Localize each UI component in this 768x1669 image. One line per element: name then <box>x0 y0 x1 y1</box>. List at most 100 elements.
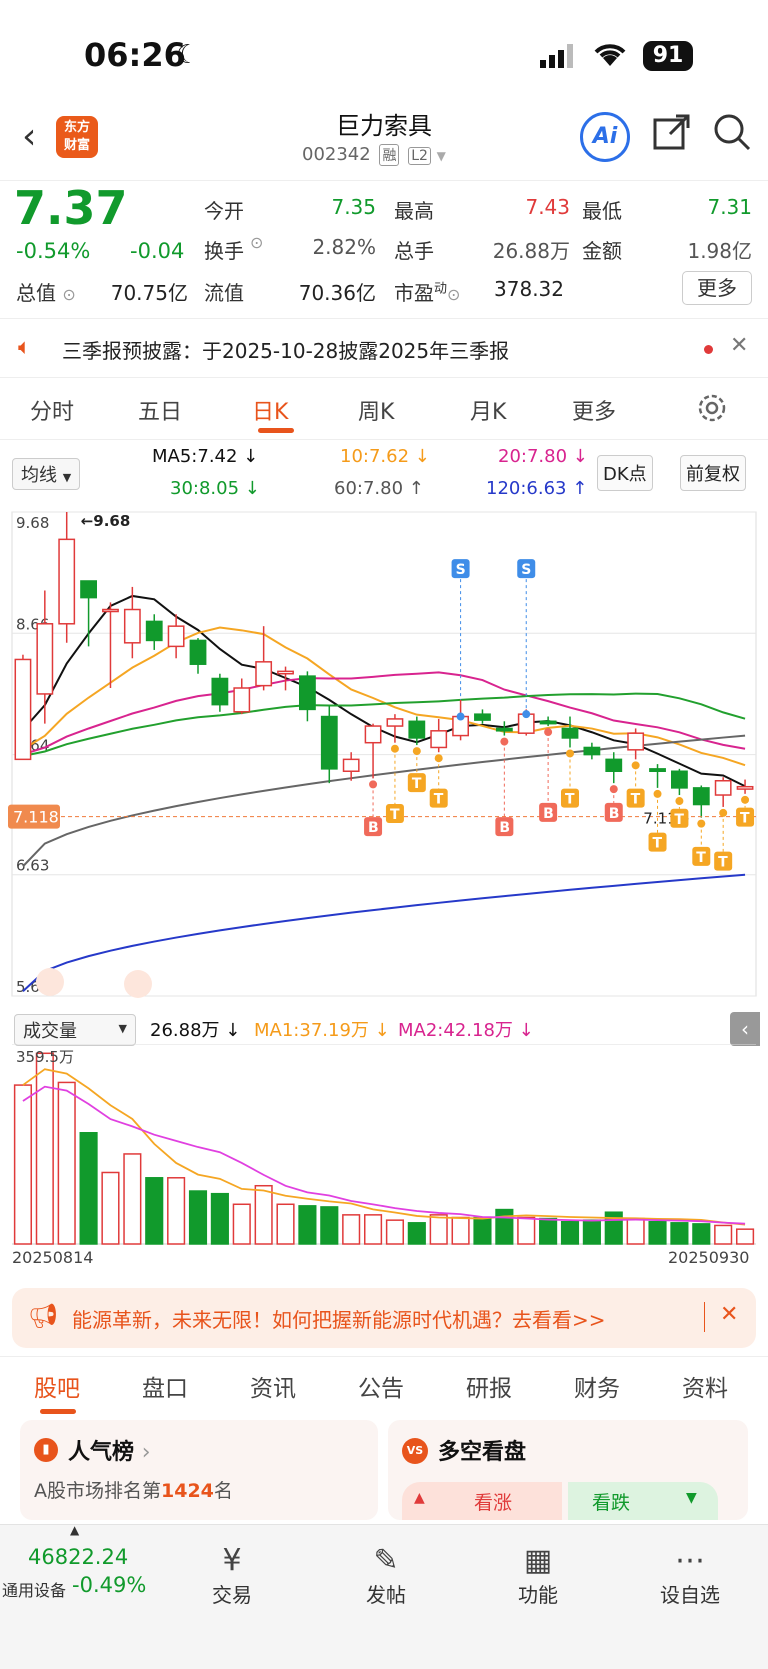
promo-text: 能源革新，未来无限！如何把握新能源时代机遇？去看看>> <box>72 1308 606 1332</box>
adjust-button[interactable]: 前复权 <box>680 455 746 491</box>
last-price: 7.37 <box>14 181 128 235</box>
ai-button[interactable]: Ai <box>580 112 630 162</box>
quote-label: 最高 <box>394 199 434 223</box>
notice-bar[interactable]: 🔈︎ 三季报预披露：于2025-10-28披露2025年三季报 ✕ <box>0 318 768 378</box>
volume-bar <box>145 1177 164 1245</box>
stock-code-row[interactable]: 002342 融 L2 ▼ <box>302 144 446 166</box>
bear-button[interactable]: 看跌 ▼ <box>568 1482 718 1520</box>
collapse-panel-icon[interactable]: ‹ <box>730 1012 760 1046</box>
signal-letter: B <box>609 806 620 822</box>
tab-period[interactable]: 月K <box>470 394 506 426</box>
candle-body <box>583 746 601 756</box>
close-banner-icon[interactable]: ✕ <box>720 1302 738 1327</box>
signal-letter: T <box>674 812 684 828</box>
info-icon[interactable]: ⊙ <box>250 233 263 252</box>
candle-body <box>561 727 579 739</box>
signal-dot <box>653 789 662 798</box>
active-tab-indicator <box>40 1409 76 1414</box>
signal-letter: B <box>368 820 379 836</box>
signal-dot <box>631 761 640 770</box>
kline-chart[interactable]: 9.688.667.646.635.617.118←9.687.11→BTTTS… <box>0 500 768 1010</box>
signal-letter: T <box>718 855 728 871</box>
candle-body <box>671 770 688 789</box>
ma10-value: 10:7.62 ↓ <box>340 446 430 467</box>
nav-label: 发帖 <box>366 1583 406 1607</box>
quote-value: 7.31 <box>707 195 752 219</box>
indicator-select[interactable]: 均线 ▼ <box>12 458 81 490</box>
y-tick-label: 9.68 <box>16 514 49 532</box>
settings-gear-icon[interactable] <box>696 392 728 428</box>
tab-period[interactable]: 日K <box>252 394 288 426</box>
popularity-title: 人气榜 › <box>68 1440 151 1465</box>
volume-bar <box>560 1221 580 1245</box>
signal-dot <box>434 754 443 763</box>
candle-body <box>342 758 360 772</box>
nav-item[interactable]: ⋯ 设自选 <box>640 1543 740 1608</box>
wifi-icon <box>592 40 628 72</box>
signal-icon <box>540 44 576 72</box>
promo-banner[interactable]: 📢︎ 能源革新，未来无限！如何把握新能源时代机遇？去看看>> ✕ <box>12 1288 756 1348</box>
ma-indicator-row: 均线 ▼ MA5:7.42 ↓ 10:7.62 ↓ 20:7.80 ↓ 30:8… <box>0 440 768 506</box>
level2-tag: L2 <box>408 147 431 165</box>
status-time: 06:26 <box>84 36 186 74</box>
nav-item[interactable]: ¥ 交易 <box>182 1543 282 1608</box>
signal-dot <box>369 780 378 789</box>
nav-item[interactable]: ▦ 功能 <box>488 1543 588 1608</box>
bull-bear-card[interactable]: VS 多空看盘 ▲ 看涨 看跌 ▼ <box>388 1420 748 1520</box>
tab-period[interactable]: 五日 <box>138 394 182 426</box>
versus-icon: VS <box>402 1438 428 1464</box>
active-tab-indicator <box>258 428 294 433</box>
candle-body <box>145 620 163 642</box>
signal-letter: B <box>499 820 510 836</box>
float-value: 70.36亿 <box>298 281 376 305</box>
content-tab[interactable]: 盘口 <box>142 1369 188 1403</box>
battery-indicator: 91 <box>643 41 693 71</box>
index-value[interactable]: 46822.24 <box>28 1545 128 1569</box>
signal-dot <box>522 710 531 719</box>
content-tab[interactable]: 公告 <box>358 1369 404 1403</box>
signal-letter: B <box>543 806 554 822</box>
quote-value: 1.98亿 <box>687 239 752 263</box>
divider <box>704 1302 705 1332</box>
signal-dot <box>390 744 399 753</box>
signal-dot <box>566 749 574 758</box>
volume-bar <box>210 1192 229 1245</box>
change-amount: -0.04 <box>130 239 185 263</box>
index-name: 通用设备 <box>2 1581 67 1600</box>
dk-point-button[interactable]: DK点 <box>597 455 653 491</box>
tab-period[interactable]: 更多 <box>572 394 616 426</box>
bull-button[interactable]: ▲ 看涨 <box>402 1482 562 1520</box>
content-tab[interactable]: 资料 <box>682 1369 728 1403</box>
volume-bar <box>35 1052 54 1245</box>
quote-value: 2.82% <box>312 235 376 259</box>
margin-tag: 融 <box>379 144 400 166</box>
rank-text: A股市场排名第1424名 <box>34 1480 233 1502</box>
caret-up-icon: ▲ <box>70 1523 80 1537</box>
candle-body <box>364 725 382 744</box>
tab-period[interactable]: 周K <box>358 394 394 426</box>
more-quote-button[interactable]: 更多 <box>682 271 752 305</box>
content-tab[interactable]: 资讯 <box>250 1369 296 1403</box>
quote-label: 总手 <box>394 239 434 263</box>
share-icon[interactable] <box>652 112 692 156</box>
signal-letter: S <box>521 562 531 578</box>
candle-body <box>736 785 754 790</box>
signal-letter: T <box>631 792 641 808</box>
search-icon[interactable] <box>712 112 752 156</box>
close-icon[interactable]: ✕ <box>730 333 748 358</box>
nav-label: 功能 <box>518 1583 558 1607</box>
popularity-card[interactable]: ▮ 人气榜 › A股市场排名第1424名 <box>20 1420 378 1520</box>
nav-item[interactable]: ✎ 发帖 <box>336 1543 436 1608</box>
candle-body <box>123 608 141 644</box>
content-tab[interactable]: 研报 <box>466 1369 512 1403</box>
volume-bar <box>101 1171 120 1245</box>
volume-chart[interactable]: 359.5万 20250814 20250930 <box>0 1044 768 1270</box>
candle-body <box>495 727 513 732</box>
change-percent: -0.54% <box>16 239 91 263</box>
content-tab[interactable]: 财务 <box>574 1369 620 1403</box>
content-tabs: 股吧 盘口 资讯 公告 研报 财务 资料 <box>0 1356 768 1416</box>
content-tab[interactable]: 股吧 <box>34 1369 80 1403</box>
tab-period[interactable]: 分时 <box>30 394 74 426</box>
volume-select[interactable]: 成交量 ▼ <box>14 1014 136 1046</box>
volume-bar <box>385 1219 405 1245</box>
